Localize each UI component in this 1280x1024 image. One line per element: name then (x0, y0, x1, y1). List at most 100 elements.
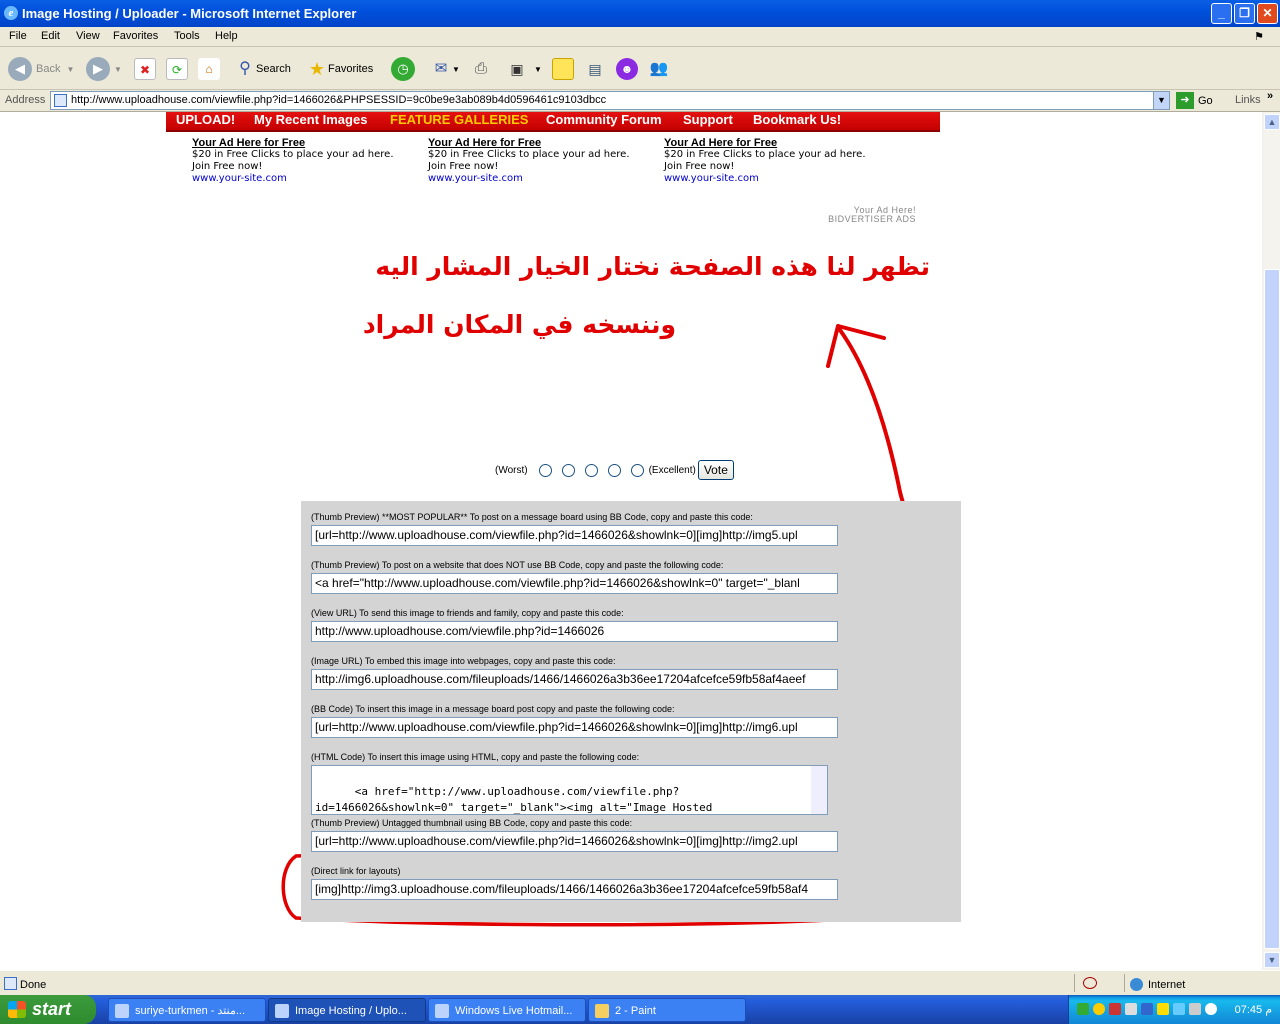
code-label: (BB Code) To insert this image in a mess… (311, 704, 675, 714)
links-button[interactable]: Links (1235, 94, 1261, 106)
code-field-thumb-html[interactable]: <a href="http://www.uploadhouse.com/view… (311, 573, 838, 594)
vote-radio-3[interactable] (584, 463, 598, 477)
search-label: Search (256, 63, 291, 75)
taskbar: start suriye-turkmen - منتد... Image Hos… (0, 995, 1280, 1024)
refresh-button[interactable]: ⟳ (166, 56, 188, 82)
edit-dropdown-icon[interactable]: ▼ (534, 65, 542, 74)
network-icon[interactable] (1173, 1003, 1185, 1015)
star-icon: ★ (308, 59, 326, 79)
history-icon: ◷ (391, 57, 415, 81)
status-bar: Done Internet (0, 970, 1280, 995)
code-label: (HTML Code) To insert this image using H… (311, 752, 640, 762)
shield-icon[interactable] (1157, 1003, 1169, 1015)
tray-icon[interactable] (1077, 1003, 1089, 1015)
code-label: (Direct link for layouts) (311, 866, 401, 876)
forward-button[interactable]: ▶ ▼ (86, 56, 122, 82)
scroll-down-icon[interactable]: ▼ (1264, 952, 1280, 968)
taskbar-item[interactable]: 2 - Paint (588, 998, 746, 1022)
code-field-view-url[interactable]: http://www.uploadhouse.com/viewfile.php?… (311, 621, 838, 642)
menu-tools[interactable]: Tools (174, 30, 200, 42)
taskbar-item[interactable]: Windows Live Hotmail... (428, 998, 586, 1022)
print-button[interactable]: ⎙ (470, 56, 492, 82)
vote-button[interactable]: Vote (697, 460, 734, 480)
vote-radio-2[interactable] (561, 463, 575, 477)
messenger-button[interactable]: ☻ (616, 56, 638, 82)
code-label: (Thumb Preview) Untagged thumbnail using… (311, 818, 633, 828)
discuss-button[interactable] (552, 56, 574, 82)
favorites-button[interactable]: ★ Favorites (306, 56, 373, 82)
back-label: Back (36, 63, 61, 75)
windows-logo-icon: ⚑ (1254, 31, 1264, 43)
window-titlebar[interactable]: e Image Hosting / Uploader - Microsoft I… (0, 0, 1280, 27)
mail-button[interactable]: ✉ ▼ (430, 56, 460, 82)
code-field-bb-code[interactable]: [url=http://www.uploadhouse.com/viewfile… (311, 717, 838, 738)
start-button[interactable]: start (0, 995, 96, 1024)
task-label: Image Hosting / Uplo... (295, 1005, 407, 1017)
privacy-icon[interactable] (1083, 977, 1097, 989)
menu-view[interactable]: View (76, 30, 100, 42)
address-dropdown-icon[interactable]: ▼ (1153, 92, 1169, 109)
code-label: (View URL) To send this image to friends… (311, 608, 624, 618)
tray-icon[interactable] (1109, 1003, 1121, 1015)
page-viewport: UPLOAD! My Recent Images FEATURE GALLERI… (0, 112, 1262, 970)
edit-button[interactable]: ▣ ▼ (506, 56, 542, 82)
stop-button[interactable]: ✖ (134, 56, 156, 82)
vote-radio-1[interactable] (538, 463, 552, 477)
maximize-button[interactable]: ❐ (1234, 3, 1255, 24)
print-icon: ⎙ (474, 60, 487, 77)
page-scrollbar[interactable]: ▲ ▼ (1262, 112, 1280, 970)
html-code-text: <a href="http://www.uploadhouse.com/view… (315, 785, 713, 814)
textarea-scrollbar[interactable] (811, 766, 827, 814)
security-zone: Internet (1130, 978, 1185, 991)
back-dropdown-icon[interactable]: ▼ (66, 65, 74, 74)
address-label: Address (5, 94, 46, 106)
taskbar-item-active[interactable]: Image Hosting / Uplo... (268, 998, 426, 1022)
close-button[interactable]: ✕ (1257, 3, 1278, 24)
scroll-thumb[interactable] (1264, 269, 1280, 949)
tray-icon[interactable] (1141, 1003, 1153, 1015)
research-button[interactable]: ▤ (584, 56, 606, 82)
menu-bar: File Edit View Favorites Tools Help ⚑ (0, 27, 1280, 47)
forward-dropdown-icon[interactable]: ▼ (114, 65, 122, 74)
vote-bar: (Worst) (Excellent) Vote (495, 458, 734, 482)
go-button[interactable]: ➜ Go (1176, 92, 1213, 109)
zone-label: Internet (1148, 978, 1186, 991)
volume-icon[interactable] (1189, 1003, 1201, 1015)
back-button[interactable]: ◀ Back ▼ (8, 56, 74, 82)
vote-radio-5[interactable] (630, 463, 644, 477)
contacts-button[interactable]: 👥 (648, 56, 670, 82)
code-field-thumb-bb[interactable]: [url=http://www.uploadhouse.com/viewfile… (311, 525, 838, 546)
tray-icon[interactable] (1205, 1003, 1217, 1015)
home-button[interactable]: ⌂ (198, 56, 220, 82)
menu-favorites[interactable]: Favorites (113, 30, 158, 42)
go-label: Go (1198, 94, 1213, 107)
history-button[interactable]: ◷ (391, 56, 419, 82)
vote-radio-4[interactable] (607, 463, 621, 477)
code-panel: (Thumb Preview) **MOST POPULAR** To post… (301, 501, 961, 922)
taskbar-item[interactable]: suriye-turkmen - منتد... (108, 998, 266, 1022)
mail-dropdown-icon[interactable]: ▼ (452, 65, 460, 74)
task-label: Windows Live Hotmail... (455, 1005, 573, 1017)
links-chevron-icon[interactable]: » (1267, 90, 1273, 102)
tray-icon[interactable] (1125, 1003, 1137, 1015)
code-field-image-url[interactable]: http://img6.uploadhouse.com/fileuploads/… (311, 669, 838, 690)
research-icon: ▤ (588, 61, 602, 77)
menu-help[interactable]: Help (215, 30, 238, 42)
page-icon (54, 94, 67, 107)
tray-icon[interactable] (1093, 1003, 1105, 1015)
scroll-up-icon[interactable]: ▲ (1264, 114, 1280, 130)
messenger-icon: ☻ (616, 58, 638, 80)
people-icon: 👥 (649, 60, 669, 77)
status-text: Done (20, 979, 47, 991)
address-input[interactable]: http://www.uploadhouse.com/viewfile.php?… (50, 91, 1170, 110)
task-label: suriye-turkmen - منتد... (135, 1005, 246, 1017)
minimize-button[interactable]: _ (1211, 3, 1232, 24)
page-done-icon (4, 977, 17, 990)
code-textarea-html[interactable]: <a href="http://www.uploadhouse.com/view… (311, 765, 828, 815)
code-field-untagged-thumb[interactable]: [url=http://www.uploadhouse.com/viewfile… (311, 831, 838, 852)
menu-file[interactable]: File (9, 30, 27, 42)
search-button[interactable]: ⚲ Search (234, 56, 291, 82)
clock[interactable]: 07:45 م (1235, 1003, 1272, 1016)
code-field-direct-link[interactable]: [img]http://img3.uploadhouse.com/fileupl… (311, 879, 838, 900)
menu-edit[interactable]: Edit (41, 30, 60, 42)
